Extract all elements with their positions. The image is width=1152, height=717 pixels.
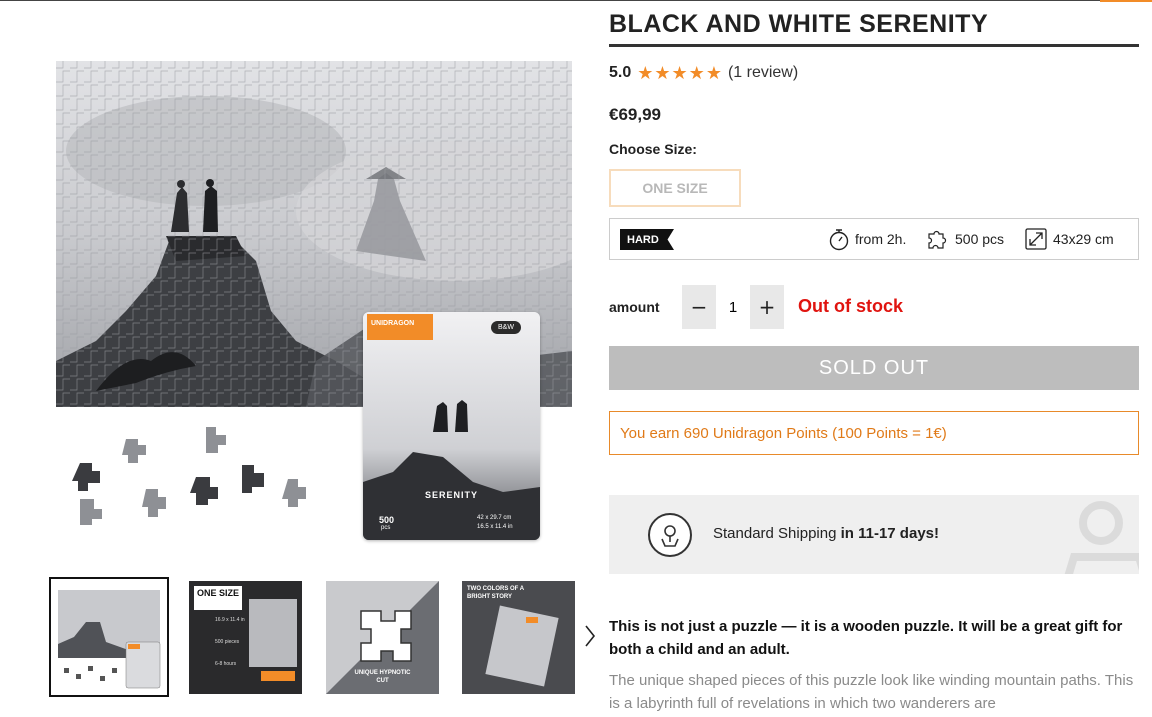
loose-puzzle-pieces: [56, 407, 366, 557]
product-specs: HARD from 2h. 500 pcs 43x29 cm: [609, 218, 1139, 260]
product-price: €69,99: [609, 105, 661, 124]
map-pin-icon: [648, 513, 692, 557]
spec-time: from 2h.: [828, 227, 906, 251]
chevron-right-icon: [585, 625, 596, 647]
thumbnail-next-button[interactable]: [583, 622, 597, 650]
amount-label: amount: [609, 299, 660, 315]
thumbnail-2-line1: 16.9 x 11.4 in: [215, 617, 245, 623]
sold-out-button[interactable]: SOLD OUT: [609, 346, 1139, 390]
shipping-prefix: Standard Shipping: [713, 525, 841, 542]
shipping-info: Standard Shipping in 11-17 days!: [609, 495, 1139, 574]
difficulty-badge: HARD: [620, 229, 674, 250]
thumbnail-3-caption: UNIQUE HYPNOTIC CUT: [354, 670, 411, 684]
thumbnail-gallery: ONE SIZE 16.9 x 11.4 in 500 pieces 6-8 h…: [49, 577, 609, 697]
quantity-input[interactable]: [716, 285, 750, 329]
description-body: The unique shaped pieces of this puzzle …: [609, 672, 1134, 712]
thumbnail-3[interactable]: UNIQUE HYPNOTIC CUT: [326, 581, 439, 694]
reward-points-notice: You earn 690 Unidragon Points (100 Point…: [609, 411, 1139, 455]
thumbnail-1[interactable]: [49, 577, 169, 697]
star-icon: ★: [654, 63, 671, 83]
star-icon: ★: [688, 63, 705, 83]
box-title: SERENITY: [424, 490, 478, 500]
box-badge: B&W: [491, 321, 521, 334]
star-icon: ★: [637, 63, 654, 83]
spec-dimensions-value: 43x29 cm: [1053, 231, 1114, 247]
rating-stars: ★ ★ ★ ★ ★: [637, 64, 722, 82]
shipping-text: Standard Shipping in 11-17 days!: [713, 525, 939, 542]
review-count-link[interactable]: (1 review): [728, 64, 798, 82]
spec-pieces-value: 500 pcs: [955, 231, 1005, 247]
box-size-cm: 42 x 29.7 cm: [477, 515, 512, 521]
box-pieces: 500: [379, 515, 395, 525]
puzzle-piece-icon: [928, 230, 947, 249]
header-border: [0, 0, 1152, 1]
puzzle-box-image: UNIDRAGON B&W SERENITY 500 pcs 42 x 29.7…: [363, 312, 540, 540]
star-icon: ★: [705, 63, 722, 83]
map-pin-watermark: [1064, 501, 1139, 574]
quantity-stepper: − +: [682, 285, 784, 329]
spec-pieces: 500 pcs: [926, 227, 1004, 251]
spec-time-value: from 2h.: [855, 231, 907, 247]
header-accent: [1100, 0, 1152, 2]
title-divider: [609, 44, 1139, 47]
thumbnail-2-logo: [261, 671, 295, 681]
stock-status: Out of stock: [798, 296, 904, 316]
box-brand: UNIDRAGON: [371, 320, 415, 327]
quantity-increase-button[interactable]: +: [750, 285, 784, 329]
thumbnail-2[interactable]: ONE SIZE 16.9 x 11.4 in 500 pieces 6-8 h…: [189, 581, 302, 694]
star-icon: ★: [671, 63, 688, 83]
rating-score: 5.0: [609, 64, 632, 81]
quantity-decrease-button[interactable]: −: [682, 285, 716, 329]
product-title: BLACK AND WHITE SERENITY: [609, 10, 989, 38]
rating-row: 5.0 ★ ★ ★ ★ ★ (1 review): [609, 64, 798, 82]
box-size-in: 16.5 x 11.4 in: [477, 524, 513, 530]
thumbnail-2-caption: ONE SIZE: [194, 586, 242, 610]
shipping-time: in 11-17 days!: [840, 525, 939, 542]
resize-icon: [1025, 228, 1047, 250]
size-option-button[interactable]: ONE SIZE: [609, 169, 741, 207]
choose-size-label: Choose Size:: [609, 141, 697, 157]
box-pieces-unit: pcs: [381, 525, 391, 531]
description-lead: This is not just a puzzle — it is a wood…: [609, 618, 1123, 658]
thumbnail-2-line3: 6-8 hours: [215, 661, 237, 667]
thumbnail-2-line2: 500 pieces: [215, 639, 240, 645]
thumbnail-2-image: [249, 599, 297, 667]
spec-dimensions: 43x29 cm: [1024, 227, 1114, 251]
stopwatch-icon: [829, 229, 849, 251]
thumbnail-4[interactable]: TWO COLORS OF A BRIGHT STORY: [462, 581, 575, 694]
